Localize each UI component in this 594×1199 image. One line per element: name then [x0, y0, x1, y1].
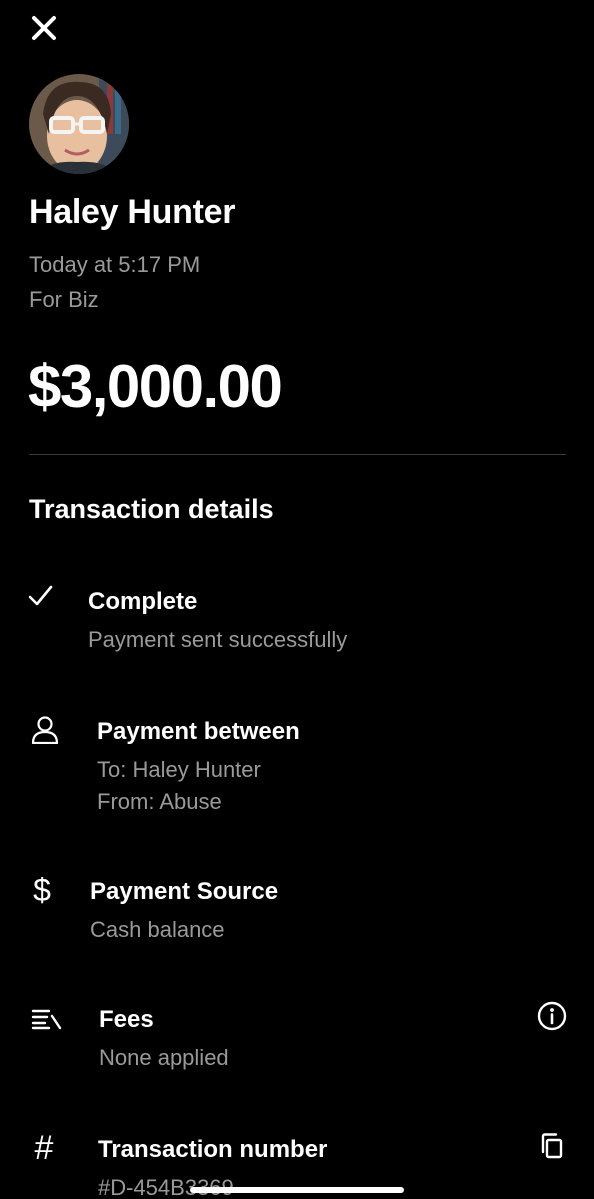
transaction-number-value: #D-454B3369 [98, 1175, 234, 1199]
person-icon [28, 712, 62, 746]
status-subtitle: Payment sent successfully [88, 627, 348, 652]
home-indicator[interactable] [190, 1187, 404, 1193]
info-button[interactable] [536, 1000, 568, 1032]
transaction-number-title: Transaction number [98, 1136, 328, 1163]
avatar [29, 74, 129, 174]
checkmark-icon [26, 582, 54, 610]
payment-from: From: Abuse [97, 789, 222, 814]
transaction-note: For Biz [29, 287, 99, 312]
copy-button[interactable] [536, 1130, 568, 1162]
avatar-photo [29, 74, 129, 174]
close-icon [32, 16, 56, 40]
fees-title: Fees [99, 1006, 154, 1033]
payment-between-title: Payment between [97, 718, 300, 745]
recipient-name: Haley Hunter [29, 193, 236, 231]
fees-subtitle: None applied [99, 1045, 229, 1070]
payment-source-title: Payment Source [90, 878, 279, 905]
info-icon [537, 1001, 567, 1031]
hash-icon: # [34, 1128, 54, 1167]
dollar-icon: $ [33, 871, 51, 908]
status-title: Complete [88, 588, 198, 615]
divider [29, 454, 566, 455]
transaction-amount: $3,000.00 [28, 353, 283, 420]
transaction-timestamp: Today at 5:17 PM [29, 252, 201, 277]
payment-source-subtitle: Cash balance [90, 917, 225, 942]
section-title: Transaction details [29, 494, 274, 524]
close-button[interactable] [26, 10, 62, 46]
fees-list-icon [30, 1006, 64, 1032]
copy-icon [541, 1133, 563, 1159]
payment-to: To: Haley Hunter [97, 757, 261, 782]
